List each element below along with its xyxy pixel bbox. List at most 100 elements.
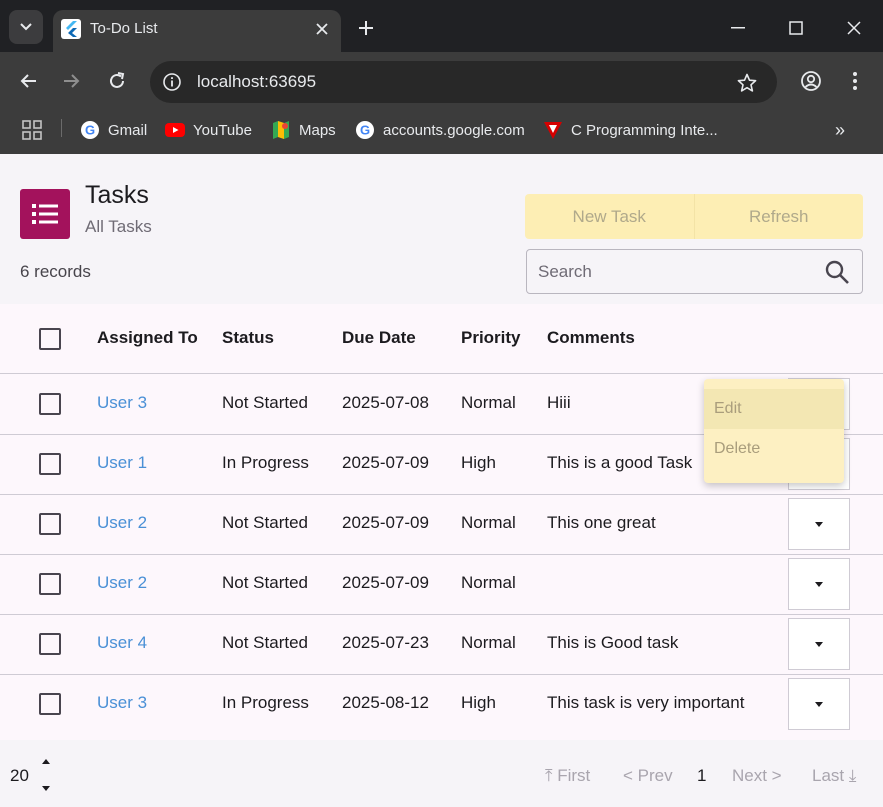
arrow-left-icon	[20, 74, 36, 88]
tab-search-button[interactable]	[9, 10, 43, 44]
priority-cell: Normal	[461, 393, 516, 412]
row-actions-button[interactable]	[788, 678, 850, 730]
table-row: User 3 In Progress 2025-08-12 High This …	[0, 675, 883, 735]
row-checkbox[interactable]	[39, 693, 61, 715]
due-date-cell: 2025-07-09	[342, 573, 429, 592]
decrement-arrow-icon[interactable]	[42, 786, 50, 791]
row-actions-menu: Edit Delete	[704, 379, 844, 483]
star-icon	[737, 73, 757, 92]
caret-down-icon	[815, 701, 823, 707]
status-cell: Not Started	[222, 633, 308, 652]
assigned-user-link[interactable]: User 1	[97, 453, 147, 473]
assigned-user-link[interactable]: User 2	[97, 573, 147, 593]
column-header-status[interactable]: Status	[222, 328, 274, 348]
column-header-assigned-to[interactable]: Assigned To	[97, 328, 198, 348]
tab-strip: To-Do List	[0, 0, 883, 52]
row-checkbox[interactable]	[39, 453, 61, 475]
column-header-priority[interactable]: Priority	[461, 328, 521, 348]
new-task-button[interactable]: New Task	[525, 194, 694, 239]
arrow-right-icon	[64, 74, 80, 88]
list-icon	[20, 189, 70, 239]
priority-cell: Normal	[461, 513, 516, 532]
info-icon[interactable]	[160, 70, 184, 94]
flutter-icon	[61, 19, 81, 39]
tab-close-button[interactable]	[309, 16, 335, 42]
minimize-button[interactable]	[718, 10, 758, 46]
status-cell: In Progress	[222, 453, 309, 472]
more-bookmarks-button[interactable]: »	[828, 117, 852, 143]
reload-button[interactable]	[101, 65, 133, 97]
apps-grid-icon[interactable]	[21, 119, 43, 141]
row-actions-button[interactable]	[788, 618, 850, 670]
google-icon: G	[80, 120, 100, 140]
assigned-user-link[interactable]: User 3	[97, 393, 147, 413]
due-date-cell: 2025-08-12	[342, 693, 429, 712]
assigned-user-link[interactable]: User 2	[97, 513, 147, 533]
maps-icon	[271, 120, 291, 140]
menu-item-delete[interactable]: Delete	[704, 429, 844, 469]
table-row: User 4 Not Started 2025-07-23 Normal Thi…	[0, 615, 883, 675]
increment-arrow-icon[interactable]	[42, 759, 50, 764]
current-page-number: 1	[697, 766, 707, 785]
maximize-icon	[789, 21, 803, 35]
bookmark-youtube[interactable]: YouTube	[165, 117, 252, 143]
priority-cell: High	[461, 453, 496, 472]
bookmark-label: Maps	[299, 121, 336, 139]
page-subtitle: All Tasks	[85, 217, 152, 236]
table-row: User 2 Not Started 2025-07-09 Normal Thi…	[0, 495, 883, 555]
column-header-comments[interactable]: Comments	[547, 328, 635, 348]
row-actions-button[interactable]	[788, 558, 850, 610]
comments-cell: Hiii	[547, 393, 571, 412]
close-window-button[interactable]	[834, 10, 874, 46]
minimize-icon	[731, 27, 745, 29]
status-cell: Not Started	[222, 513, 308, 532]
action-button-group: New Task Refresh	[525, 194, 863, 239]
profile-button[interactable]	[795, 65, 827, 97]
select-all-checkbox[interactable]	[39, 328, 61, 350]
column-header-due-date[interactable]: Due Date	[342, 328, 416, 348]
search-icon[interactable]	[824, 259, 850, 285]
back-button[interactable]	[12, 65, 44, 97]
search-input[interactable]	[538, 260, 808, 284]
refresh-button[interactable]: Refresh	[693, 194, 863, 239]
more-vertical-icon	[853, 72, 857, 90]
prev-page-button[interactable]: < Prev	[623, 766, 673, 786]
assigned-user-link[interactable]: User 3	[97, 693, 147, 713]
bookmark-maps[interactable]: Maps	[271, 117, 336, 143]
bookmarks-separator	[61, 119, 62, 137]
tab-title: To-Do List	[90, 20, 158, 37]
maximize-button[interactable]	[776, 10, 816, 46]
chevron-down-icon	[20, 23, 32, 31]
tasks-table: Assigned To Status Due Date Priority Com…	[0, 304, 883, 740]
first-page-button[interactable]: ⤒ First	[545, 766, 590, 786]
browser-tab[interactable]: To-Do List	[53, 10, 341, 52]
youtube-icon	[165, 120, 185, 140]
status-cell: In Progress	[222, 693, 309, 712]
rows-per-page-value[interactable]: 20	[10, 766, 29, 786]
last-page-button[interactable]: Last ⤓	[812, 766, 856, 786]
bookmark-accounts-google[interactable]: G accounts.google.com	[355, 117, 525, 143]
row-checkbox[interactable]	[39, 573, 61, 595]
row-checkbox[interactable]	[39, 513, 61, 535]
bookmark-c-programming[interactable]: C Programming Inte...	[543, 117, 718, 143]
new-tab-button[interactable]	[352, 14, 380, 42]
next-page-button[interactable]: Next >	[732, 766, 782, 786]
bookmark-star-button[interactable]	[734, 70, 760, 96]
caret-down-icon	[815, 641, 823, 647]
comments-cell: This one great	[547, 513, 656, 532]
app-content: Tasks All Tasks 6 records New Task Refre…	[0, 154, 883, 807]
bookmark-gmail[interactable]: G Gmail	[80, 117, 147, 143]
status-cell: Not Started	[222, 393, 308, 412]
browser-menu-button[interactable]	[839, 65, 871, 97]
priority-cell: High	[461, 693, 496, 712]
forward-button[interactable]	[56, 65, 88, 97]
row-checkbox[interactable]	[39, 393, 61, 415]
assigned-user-link[interactable]: User 4	[97, 633, 147, 653]
address-bar[interactable]: localhost:63695	[150, 61, 777, 103]
svg-text:G: G	[360, 123, 370, 138]
page-title: Tasks	[85, 181, 149, 209]
row-actions-button[interactable]	[788, 498, 850, 550]
menu-item-edit[interactable]: Edit	[704, 389, 844, 429]
row-checkbox[interactable]	[39, 633, 61, 655]
bookmark-label: accounts.google.com	[383, 121, 525, 139]
